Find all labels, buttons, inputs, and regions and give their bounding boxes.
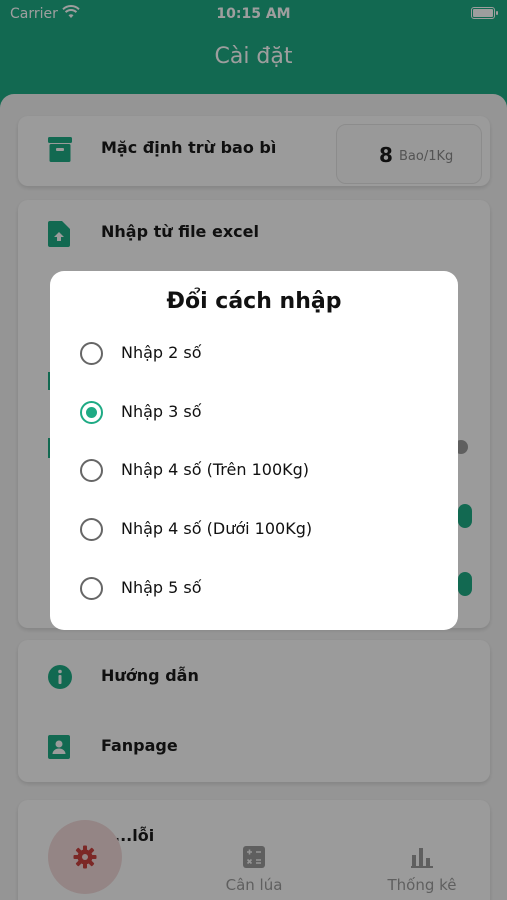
option-3-digits[interactable]: Nhập 3 số	[50, 388, 458, 438]
radio-button[interactable]	[80, 577, 103, 600]
option-5-digits[interactable]: Nhập 5 số	[50, 564, 458, 614]
radio-button[interactable]	[80, 459, 103, 482]
option-2-digits[interactable]: Nhập 2 số	[50, 329, 458, 379]
dialog-title: Đổi cách nhập	[166, 289, 342, 314]
option-4-digits-below-100[interactable]: Nhập 4 số (Dưới 100Kg)	[50, 505, 458, 555]
option-label: Nhập 5 số	[121, 578, 202, 597]
option-label: Nhập 4 số (Dưới 100Kg)	[121, 519, 313, 538]
option-label: Nhập 2 số	[121, 343, 202, 362]
option-4-digits-above-100[interactable]: Nhập 4 số (Trên 100Kg)	[50, 446, 458, 496]
option-label: Nhập 4 số (Trên 100Kg)	[121, 460, 310, 479]
radio-button-selected[interactable]	[80, 401, 103, 424]
option-label: Nhập 3 số	[121, 402, 202, 421]
radio-button[interactable]	[80, 518, 103, 541]
input-mode-dialog: Đổi cách nhập Nhập 2 số Nhập 3 số Nhập 4…	[50, 271, 458, 630]
radio-button[interactable]	[80, 342, 103, 365]
